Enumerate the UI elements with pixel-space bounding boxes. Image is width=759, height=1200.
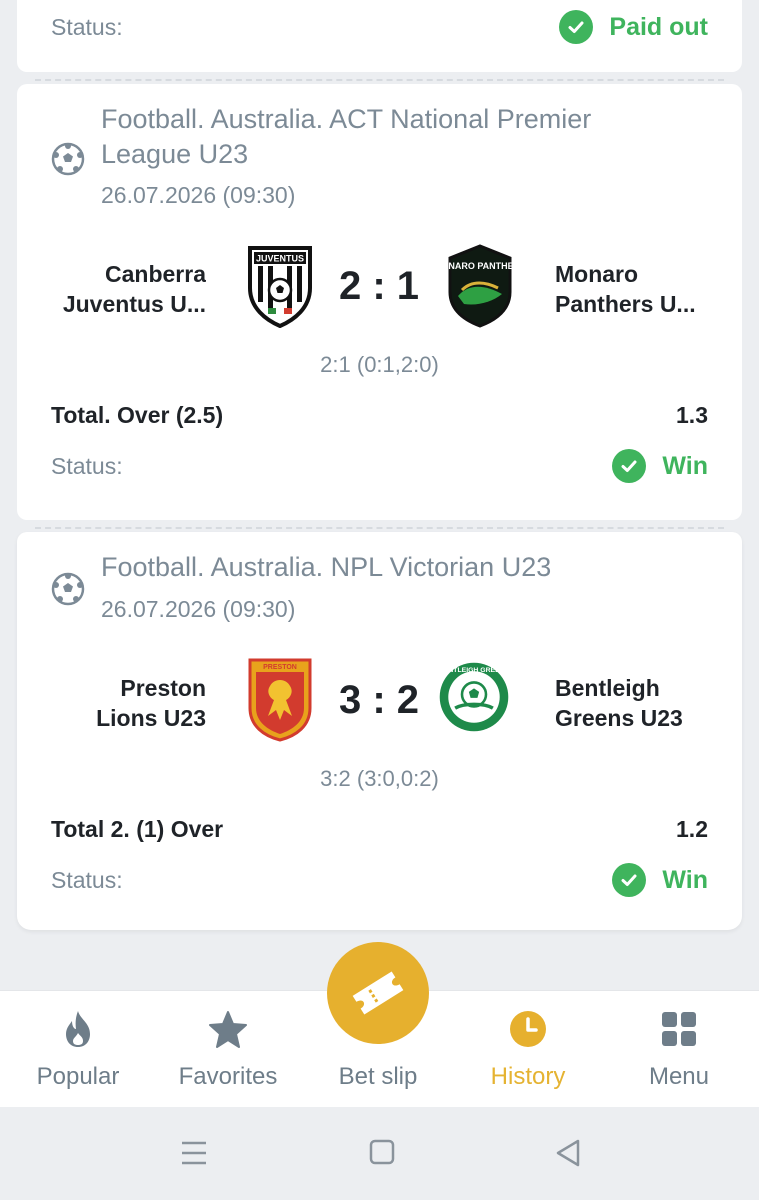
svg-text:PRESTON: PRESTON xyxy=(263,664,297,671)
away-team-logo: MONARO PANTHERS xyxy=(444,244,516,328)
event-datetime: 26.07.2026 (09:30) xyxy=(101,596,296,622)
league-name: Football. Australia. NPL Victorian U23 xyxy=(101,552,552,582)
nav-popular-label: Popular xyxy=(36,1063,120,1090)
event-card[interactable]: Football. Australia. NPL Victorian U23 2… xyxy=(17,532,742,930)
nav-favorites-label: Favorites xyxy=(178,1063,278,1090)
nav-history-label: History xyxy=(490,1063,566,1090)
match-score: 2 : 1 xyxy=(338,264,420,308)
odds-value: 1.3 xyxy=(676,402,708,428)
home-team-logo: PRESTON xyxy=(248,658,312,742)
status-label: Status: xyxy=(51,452,123,479)
status-label: Status: xyxy=(51,13,123,40)
home-team-logo: JUVENTUS xyxy=(248,246,312,328)
status-value: Paid out xyxy=(559,10,708,44)
market-name: Total 2. (1) Over xyxy=(51,816,224,842)
star-icon xyxy=(209,1011,247,1048)
event-status-row: Status: Win xyxy=(51,863,708,897)
bet-status-row: Status: Paid out xyxy=(51,10,708,44)
event-card[interactable]: Football. Australia. ACT National Premie… xyxy=(17,84,742,520)
nav-menu[interactable]: Menu xyxy=(604,991,754,1108)
league-name: Football. Australia. ACT National Premie… xyxy=(101,104,592,169)
home-team-name: Canberra Juventus U... xyxy=(62,261,206,317)
betslip-button[interactable] xyxy=(327,942,429,1044)
nav-betslip-label: Bet slip xyxy=(338,1063,418,1090)
status-label: Status: xyxy=(51,866,123,893)
back-icon[interactable] xyxy=(548,1135,588,1171)
bet-market-row: Total 2. (1) Over 1.2 xyxy=(51,816,708,843)
status-value: Win xyxy=(612,863,708,897)
nav-history[interactable]: History xyxy=(453,991,603,1108)
home-team-name: Preston Lions U23 xyxy=(96,675,206,731)
ticket-icon xyxy=(352,971,404,1015)
system-navigation-bar xyxy=(0,1107,759,1200)
svg-text:JUVENTUS: JUVENTUS xyxy=(256,254,304,264)
odds-value: 1.2 xyxy=(676,816,708,842)
soccer-ball-icon xyxy=(51,572,85,606)
svg-text:BENTLEIGH GREENS: BENTLEIGH GREENS xyxy=(439,667,510,674)
grid-icon xyxy=(662,1012,696,1046)
nav-favorites[interactable]: Favorites xyxy=(153,991,303,1108)
soccer-ball-icon xyxy=(51,142,85,176)
check-icon xyxy=(612,863,647,897)
market-name: Total. Over (2.5) xyxy=(51,402,224,428)
event-datetime: 26.07.2026 (09:30) xyxy=(101,182,296,208)
bet-summary-card: Status: Paid out xyxy=(17,0,742,72)
svg-text:MONARO PANTHERS: MONARO PANTHERS xyxy=(444,261,516,271)
home-icon[interactable] xyxy=(362,1135,402,1171)
score-detail: 3:2 (3:0,0:2) xyxy=(320,766,439,791)
status-value-text: Paid out xyxy=(609,12,708,41)
match-score: 3 : 2 xyxy=(338,678,420,722)
status-value-text: Win xyxy=(662,451,708,480)
recent-apps-icon[interactable] xyxy=(174,1135,214,1171)
away-team-name: Bentleigh Greens U23 xyxy=(555,675,683,731)
nav-menu-label: Menu xyxy=(648,1063,710,1090)
away-team-name: Monaro Panthers U... xyxy=(555,261,696,317)
event-status-row: Status: Win xyxy=(51,449,708,483)
status-value-text: Win xyxy=(662,865,708,894)
clock-icon xyxy=(510,1011,546,1047)
nav-popular[interactable]: Popular xyxy=(3,991,153,1108)
score-detail: 2:1 (0:1,2:0) xyxy=(320,352,439,377)
check-icon xyxy=(559,10,594,44)
bet-market-row: Total. Over (2.5) 1.3 xyxy=(51,402,708,429)
status-value: Win xyxy=(612,449,708,483)
flame-icon xyxy=(66,1011,90,1047)
check-icon xyxy=(612,449,647,483)
away-team-logo: BENTLEIGH GREENS xyxy=(439,662,510,732)
